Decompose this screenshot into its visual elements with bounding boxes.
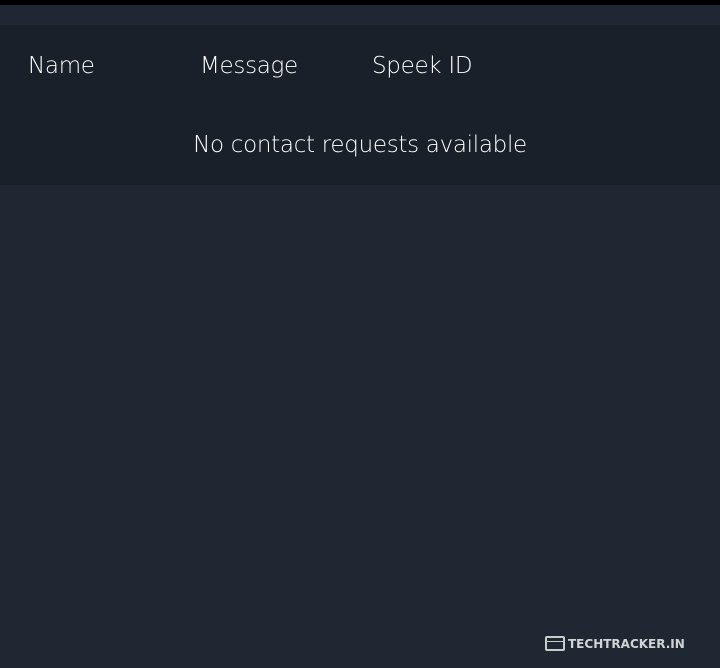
watermark-wordmark: TECHTRACKER.IN	[568, 637, 685, 651]
header-strip	[0, 5, 720, 25]
column-header-message[interactable]: Message	[200, 53, 298, 79]
empty-state-message: No contact requests available	[193, 132, 527, 158]
svg-text:TECHTRACKER.IN: TECHTRACKER.IN	[568, 637, 685, 651]
contact-requests-table: Name Message Speek ID No contact request…	[0, 25, 720, 185]
watermark-logo: TECHTRACKER.IN	[545, 635, 686, 651]
browser-window-icon	[545, 635, 565, 651]
column-header-name[interactable]: Name	[28, 53, 95, 79]
column-header-speek-id[interactable]: Speek ID	[372, 53, 473, 79]
